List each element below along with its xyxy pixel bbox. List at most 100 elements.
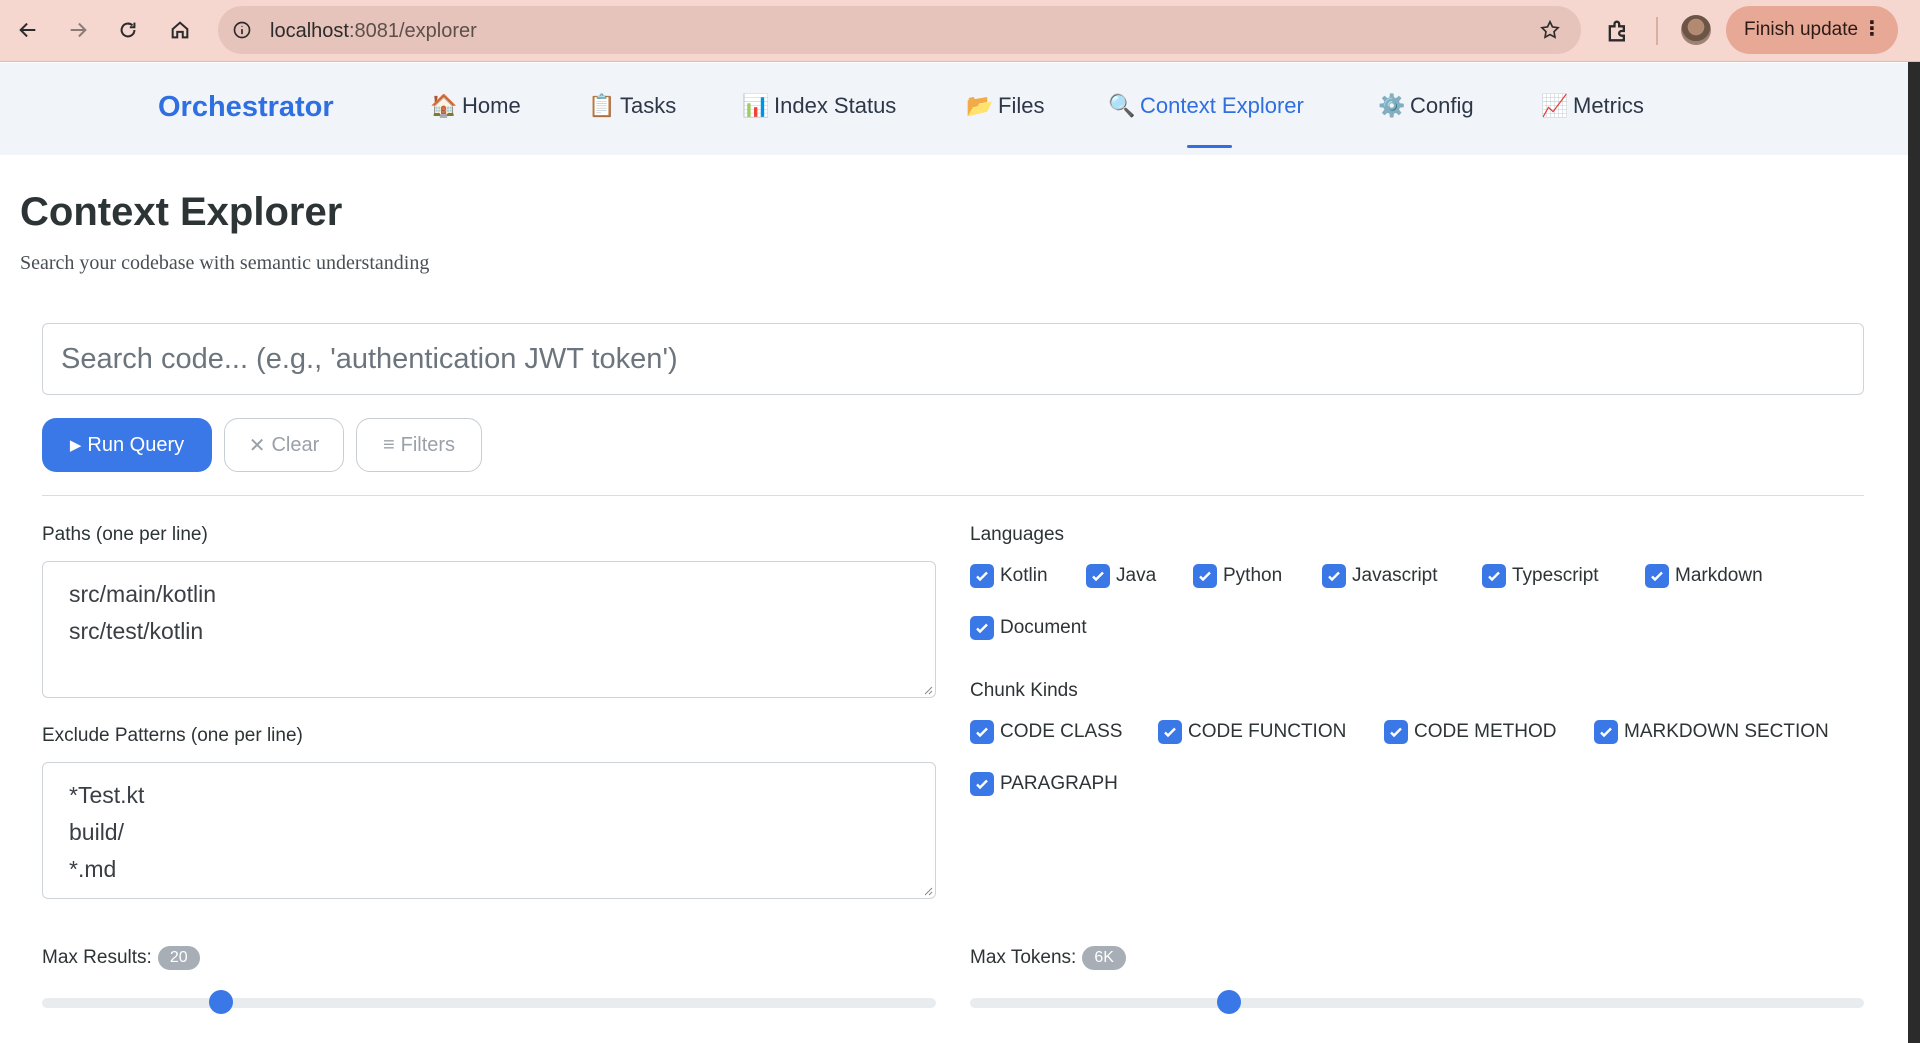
paths-label: Paths (one per line) [42,524,208,545]
page-subtitle: Search your codebase with semantic under… [20,252,430,274]
clear-button[interactable]: ✕ Clear [224,418,344,472]
back-icon[interactable] [10,12,46,48]
language-checkbox-document[interactable]: Document [970,616,1087,640]
section-divider [42,495,1864,496]
language-checkbox-python[interactable]: Python [1193,564,1282,588]
checkbox-label: PARAGRAPH [1000,773,1118,794]
checkbox-label: Javascript [1352,565,1438,586]
chunk-checkbox-code-class[interactable]: CODE CLASS [970,720,1122,744]
window-edge [1908,62,1920,1043]
run-query-label: Run Query [87,433,185,456]
profile-avatar[interactable] [1681,15,1711,45]
checkbox-checked-icon[interactable] [970,720,994,744]
filters-label: Filters [400,433,456,456]
chunk-checkbox-code-function[interactable]: CODE FUNCTION [1158,720,1346,744]
max-tokens-slider-thumb[interactable] [1217,990,1242,1014]
exclude-label: Exclude Patterns (one per line) [42,725,303,746]
checkbox-label: CODE METHOD [1414,721,1557,742]
nav-item-metrics[interactable]: 📈 Metrics [1541,93,1644,119]
chunk-kinds-label: Chunk Kinds [970,680,1078,701]
gear-icon: ⚙️ [1378,93,1406,118]
exclude-line: *Test.kt [69,782,145,808]
language-checkbox-kotlin[interactable]: Kotlin [970,564,1048,588]
play-icon: ▶ [69,437,82,454]
checkbox-checked-icon[interactable] [1384,720,1408,744]
languages-label: Languages [970,524,1065,545]
nav-item-config[interactable]: ⚙️ Config [1378,93,1474,119]
search-input[interactable] [42,323,1864,395]
language-checkbox-typescript[interactable]: Typescript [1482,564,1599,588]
max-results-slider-track[interactable] [42,998,936,1008]
resize-grip-icon[interactable] [921,884,933,896]
nav-item-label: Index Status [774,93,897,118]
finish-update-label: Finish update [1744,19,1859,40]
star-icon[interactable] [1539,19,1561,41]
nav-item-label: Context Explorer [1140,93,1304,118]
reload-icon[interactable] [110,12,146,48]
checkbox-label: Python [1223,565,1283,586]
finish-update-button[interactable]: Finish update ⋮ [1726,6,1898,54]
home-icon[interactable] [162,12,198,48]
checkbox-label: CODE FUNCTION [1188,721,1347,742]
checkbox-label: Markdown [1675,565,1763,586]
checkbox-checked-icon[interactable] [1482,564,1506,588]
language-checkbox-markdown[interactable]: Markdown [1645,564,1763,588]
checkbox-checked-icon[interactable] [1086,564,1110,588]
checkbox-checked-icon[interactable] [1193,564,1217,588]
run-query-button[interactable]: ▶ Run Query [42,418,212,472]
checkbox-label: MARKDOWN SECTION [1624,721,1829,742]
nav-item-label: Tasks [620,93,677,118]
chunk-checkbox-code-method[interactable]: CODE METHOD [1384,720,1557,744]
checkbox-label: CODE CLASS [1000,721,1123,742]
more-menu-icon[interactable]: ⋮ [1862,18,1882,40]
nav-item-label: Config [1410,93,1474,118]
resize-grip-icon[interactable] [921,683,933,695]
nav-item-home[interactable]: 🏠 Home [430,93,521,119]
checkbox-checked-icon[interactable] [1322,564,1346,588]
page-title: Context Explorer [20,190,343,234]
checkbox-label: Java [1116,565,1157,586]
language-checkbox-java[interactable]: Java [1086,564,1156,588]
checkbox-checked-icon[interactable] [1594,720,1618,744]
trend-chart-icon: 📈 [1541,93,1569,118]
info-icon[interactable] [232,20,252,40]
paths-textarea[interactable]: src/main/kotlin src/test/kotlin [42,561,936,698]
paths-line: src/main/kotlin [69,581,216,607]
max-results-label: Max Results: 20 [42,946,200,970]
max-tokens-badge: 6K [1082,946,1126,970]
nav-item-index-status[interactable]: 📊 Index Status [742,93,896,119]
extensions-icon[interactable] [1604,17,1632,45]
browser-toolbar: localhost:8081/explorer Finish update ⋮ [0,0,1920,62]
brand-logo[interactable]: Orchestrator [158,91,334,124]
max-results-slider-thumb[interactable] [208,990,233,1014]
max-tokens-slider-track[interactable] [970,998,1864,1008]
max-results-badge: 20 [157,946,200,970]
checkbox-checked-icon[interactable] [970,564,994,588]
checkbox-label: Typescript [1512,565,1599,586]
close-icon: ✕ [248,434,266,457]
exclude-textarea[interactable]: *Test.kt build/ *.md [42,762,936,899]
chunk-checkbox-markdown-section[interactable]: MARKDOWN SECTION [1594,720,1829,744]
url-host: localhost [270,20,349,42]
nav-item-label: Home [462,93,521,118]
active-tab-indicator [1187,145,1232,148]
nav-item-label: Files [998,93,1045,118]
home-emoji-icon: 🏠 [430,93,458,118]
checkbox-checked-icon[interactable] [1158,720,1182,744]
language-checkbox-javascript[interactable]: Javascript [1322,564,1438,588]
checkbox-checked-icon[interactable] [970,616,994,640]
url-rest: :8081/explorer [348,20,477,42]
nav-item-context-explorer[interactable]: 🔍 Context Explorer [1108,93,1304,119]
nav-item-tasks[interactable]: 📋 Tasks [588,93,676,119]
checkbox-checked-icon[interactable] [970,772,994,796]
nav-item-label: Metrics [1573,93,1644,118]
max-results-text: Max Results: [42,947,152,969]
nav-item-files[interactable]: 📂 Files [966,93,1044,119]
address-bar[interactable]: localhost:8081/explorer [218,6,1581,54]
folder-icon: 📂 [966,93,994,118]
forward-icon[interactable] [60,12,96,48]
filters-button[interactable]: ≡ Filters [356,418,482,472]
app-navbar: Orchestrator 🏠 Home 📋 Tasks 📊 Index Stat… [0,63,1908,155]
chunk-checkbox-paragraph[interactable]: PARAGRAPH [970,772,1118,796]
checkbox-checked-icon[interactable] [1645,564,1669,588]
